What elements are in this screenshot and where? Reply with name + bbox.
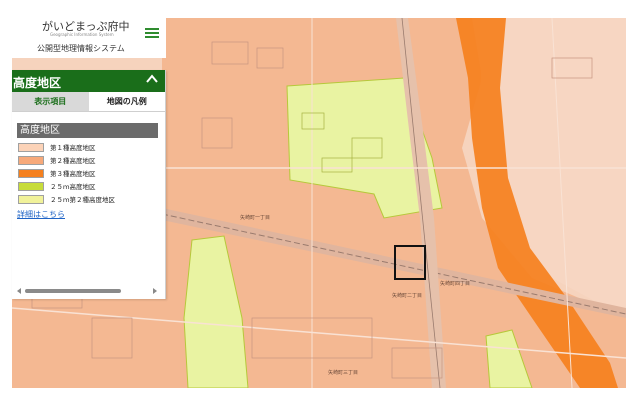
app-system-name: 公開型地理情報システム [37,44,125,53]
tab-map-legend[interactable]: 地図の凡例 [88,92,165,111]
scroll-right-icon[interactable] [153,288,157,294]
legend-heading: 高度地区 [17,123,158,138]
tab-display-items[interactable]: 表示項目 [12,92,89,111]
map-selection-box[interactable] [394,245,426,280]
chevron-up-icon[interactable] [145,72,159,86]
map-label: 矢崎町二丁目 [392,293,423,299]
legend-swatch [18,182,44,191]
map-label: 矢崎町三丁目 [328,370,359,376]
panel-title: 高度地区 [13,76,62,90]
legend-panel: 高度地区 表示項目 地図の凡例 高度地区 第１種高度地区 第２種高度地区 第３種… [12,70,166,299]
legend-item-label: 第３種高度地区 [50,170,96,178]
map-label: 矢崎町一丁目 [240,215,271,221]
legend-swatch [18,143,44,152]
scrollbar-thumb[interactable] [25,289,121,293]
legend-item-label: ２５ｍ第２種高度地区 [50,196,115,204]
map-label: 矢崎町四丁目 [440,281,471,287]
legend-swatch [18,195,44,204]
horizontal-scrollbar[interactable] [17,288,157,294]
legend-swatch [18,169,44,178]
app-logo-bar: がいどまっぷ府中 Geographic Information System 公… [12,14,166,58]
details-link[interactable]: 詳細はこちら [17,209,65,220]
legend-item-label: 第２種高度地区 [50,157,96,165]
legend-swatch [18,156,44,165]
hamburger-menu-icon[interactable] [145,26,159,40]
panel-tabs: 表示項目 地図の凡例 [12,92,165,112]
legend-item-label: 第１種高度地区 [50,144,96,152]
scroll-left-icon[interactable] [17,288,21,294]
legend-item-label: ２５ｍ高度地区 [50,183,96,191]
panel-header: 高度地区 [12,70,165,92]
app-brand-subtitle: Geographic Information System [50,32,114,37]
